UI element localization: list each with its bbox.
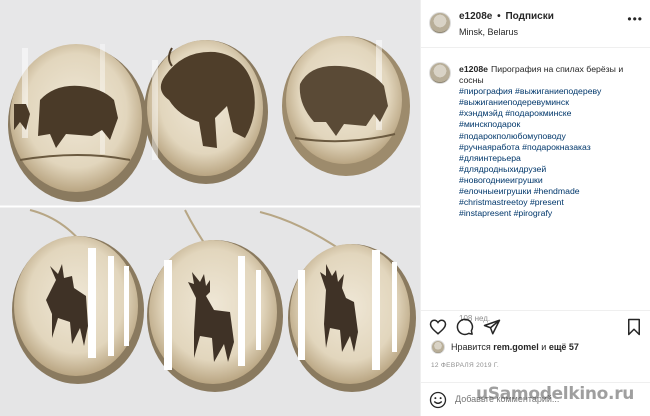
follow-button[interactable]: Подписки [505, 11, 553, 22]
smiley-icon[interactable] [429, 391, 447, 409]
hashtag-line[interactable]: #минскподарок [459, 119, 643, 130]
comment-icon[interactable] [456, 318, 474, 336]
hashtag-line[interactable]: #длядродныхидрузей [459, 164, 643, 175]
hashtag-line[interactable]: #instapresent #pirografy [459, 208, 643, 219]
post-date: 12 ФЕВРАЛЯ 2019 Г. [431, 362, 499, 369]
post-photo[interactable] [0, 0, 420, 416]
post-header: e1208e • Подписки Minsk, Belarus ••• [421, 0, 650, 48]
hashtag-line[interactable]: #подарокполюбомуповоду [459, 131, 643, 142]
hashtag-line[interactable]: #ручнаяработа #подарокназаказ [459, 142, 643, 153]
post-location[interactable]: Minsk, Belarus [459, 27, 518, 37]
hashtag-line[interactable]: #елочныеигрушки #hendmade [459, 186, 643, 197]
likes-count[interactable]: ещё 57 [549, 342, 579, 352]
hashtag-line[interactable]: #christmastreetoy #present [459, 197, 643, 208]
likes-middle: и [541, 342, 547, 352]
caption-avatar[interactable] [429, 62, 451, 84]
hashtag-line[interactable]: #выжиганиеподеревуминск [459, 97, 643, 108]
instagram-post-view: e1208e • Подписки Minsk, Belarus ••• e12… [0, 0, 650, 416]
hashtag-line[interactable]: #дляинтерьера [459, 153, 643, 164]
top-disc-center [144, 40, 268, 184]
top-disc-right [282, 36, 410, 176]
author-avatar[interactable] [429, 12, 451, 34]
author-username[interactable]: e1208e [459, 11, 492, 22]
heart-icon[interactable] [429, 318, 447, 336]
post-sidebar: e1208e • Подписки Minsk, Belarus ••• e12… [420, 0, 650, 416]
hashtag-line[interactable]: #пирография #выжиганиеподереву [459, 86, 643, 97]
hashtag-line[interactable]: #хэндмэйд #подарокминске [459, 108, 643, 119]
post-photo-image [0, 0, 420, 416]
likes-line: Нравится rem.gomel и ещё 57 [421, 340, 650, 358]
share-icon[interactable] [483, 318, 501, 336]
likes-text[interactable]: Нравится rem.gomel и ещё 57 [451, 342, 579, 352]
caption-username[interactable]: e1208e [459, 64, 488, 74]
ellipsis-icon[interactable]: ••• [627, 12, 643, 26]
likes-prefix: Нравится [451, 342, 491, 352]
liker-username[interactable]: rem.gomel [493, 342, 539, 352]
liker-avatar[interactable] [431, 340, 445, 354]
separator-dot: • [494, 11, 504, 22]
hashtag-line[interactable]: #новогодниеигрушки [459, 175, 643, 186]
action-bar [421, 310, 650, 340]
bookmark-icon[interactable] [625, 318, 643, 336]
author-line: e1208e • Подписки [459, 11, 554, 22]
site-watermark: uSamodelkino.ru [476, 384, 635, 404]
caption-text: e1208e Пирография на спилах берёзы и сосн… [459, 64, 643, 219]
